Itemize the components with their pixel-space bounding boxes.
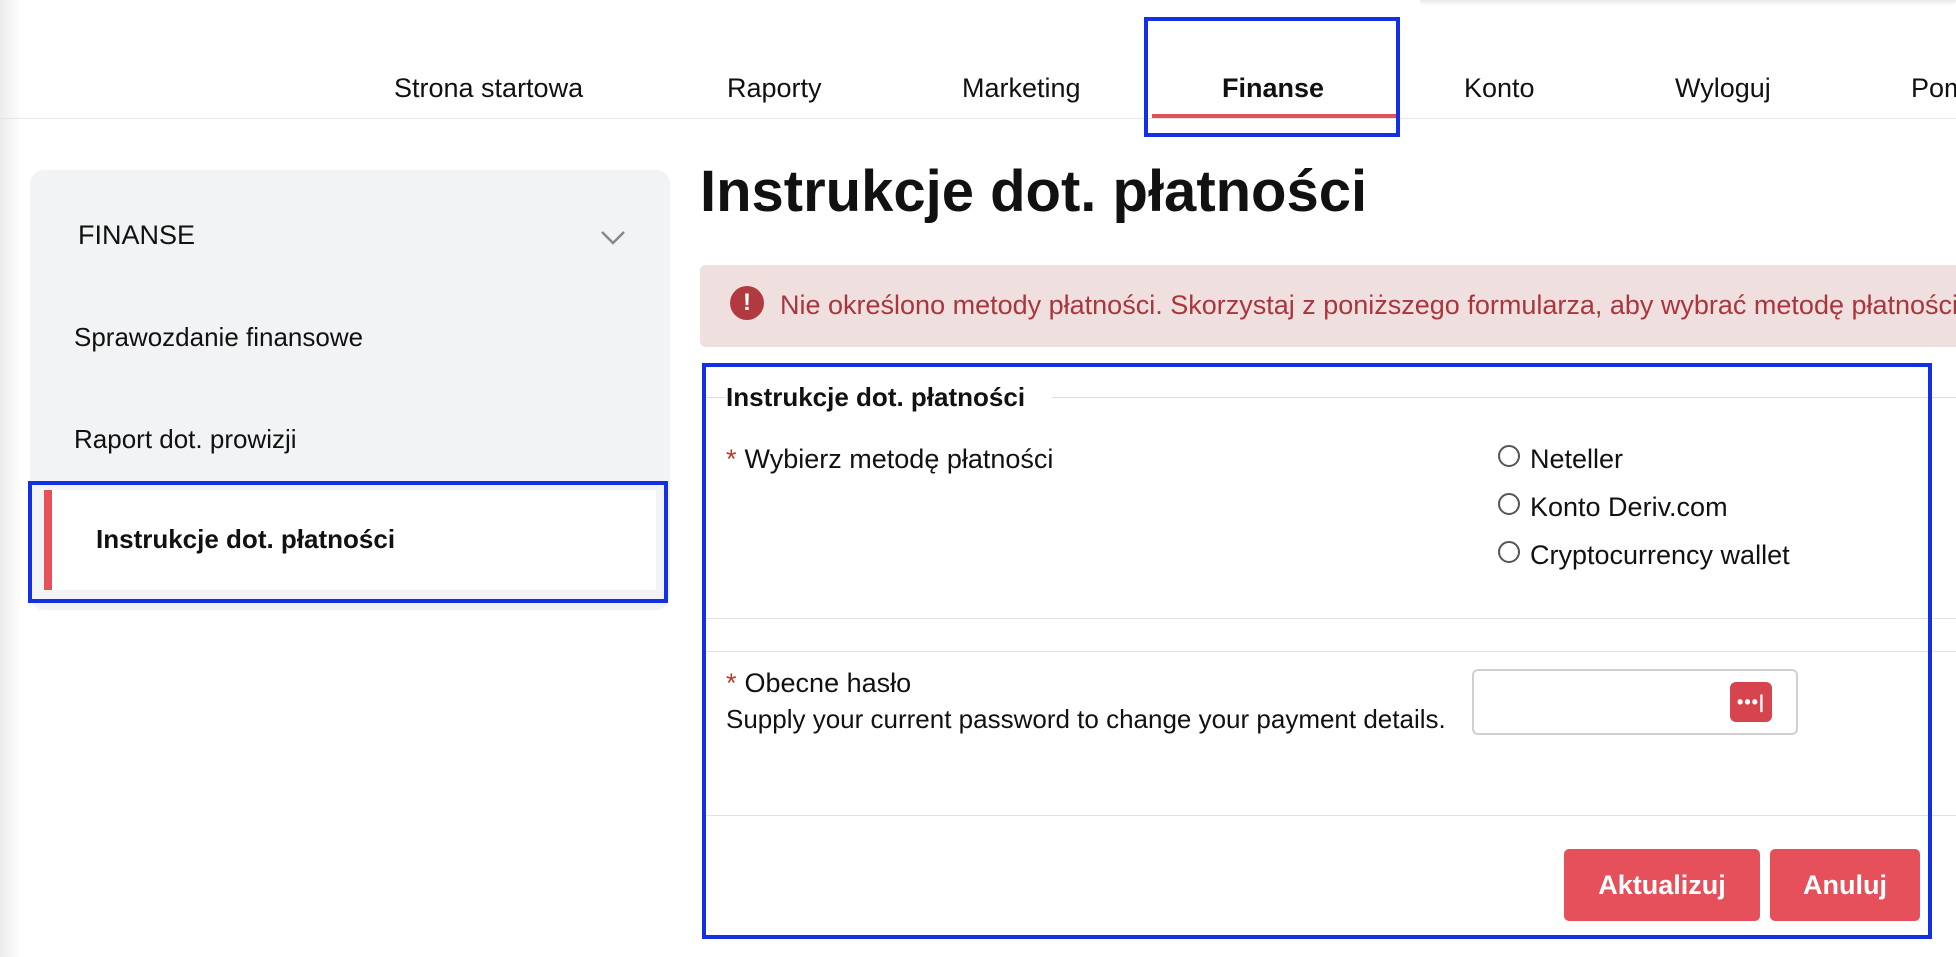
nav-item-logout[interactable]: Wyloguj bbox=[1675, 70, 1771, 106]
sidebar-item-financial-statement[interactable]: Sprawozdanie finansowe bbox=[74, 322, 363, 353]
window-edge-shade bbox=[0, 0, 22, 957]
nav-finance-highlight-box bbox=[1144, 17, 1400, 137]
form-highlight-box bbox=[702, 363, 1932, 939]
nav-item-home[interactable]: Strona startowa bbox=[394, 70, 583, 106]
chevron-down-icon[interactable] bbox=[598, 222, 628, 252]
error-alert: ! Nie określono metody płatności. Skorzy… bbox=[700, 265, 1956, 347]
nav-item-account[interactable]: Konto bbox=[1464, 70, 1535, 106]
nav-item-marketing[interactable]: Marketing bbox=[962, 70, 1081, 106]
nav-item-reports[interactable]: Raporty bbox=[727, 70, 822, 106]
alert-message: Nie określono metody płatności. Skorzyst… bbox=[780, 290, 1956, 320]
sidebar-active-highlight-box bbox=[28, 481, 668, 603]
sidebar-header[interactable]: FINANSE bbox=[78, 220, 195, 251]
top-shadow bbox=[1420, 0, 1956, 6]
nav-item-help[interactable]: Pom bbox=[1911, 70, 1956, 106]
top-navigation: Strona startowa Raporty Marketing Finans… bbox=[0, 0, 1956, 119]
sidebar-item-commission-report[interactable]: Raport dot. prowizji bbox=[74, 424, 297, 455]
exclamation-icon: ! bbox=[730, 286, 764, 320]
page-title: Instrukcje dot. płatności bbox=[700, 159, 1368, 224]
